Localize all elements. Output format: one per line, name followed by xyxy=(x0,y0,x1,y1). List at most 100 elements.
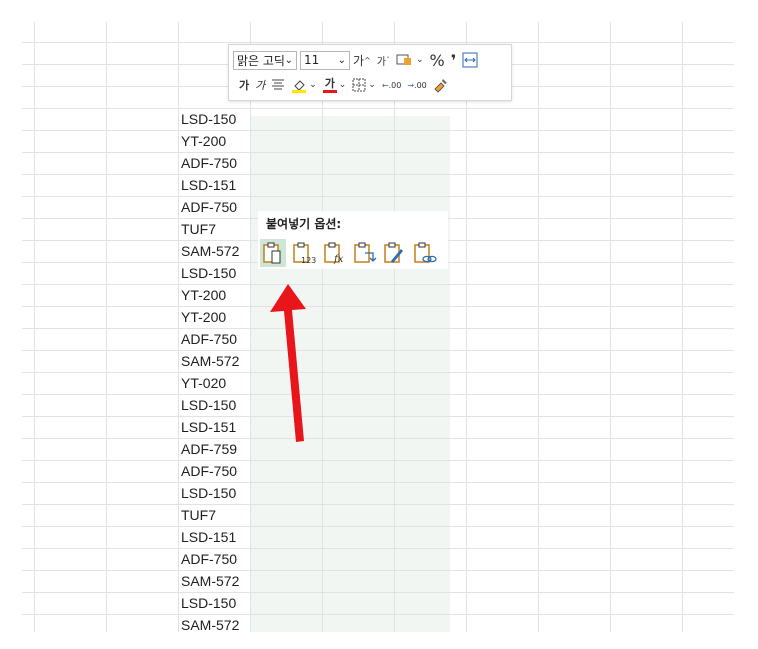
paste-options-title: 붙여넣기 옵션: xyxy=(266,217,342,231)
cell[interactable]: ADF-750 xyxy=(181,328,237,350)
paste-formulas-button[interactable]: fx xyxy=(322,239,348,267)
row-divider xyxy=(22,152,734,153)
accounting-format-button[interactable]: ⌄ xyxy=(396,50,424,70)
align-center-button[interactable] xyxy=(271,75,285,95)
cell[interactable]: TUF7 xyxy=(181,218,216,240)
column-divider xyxy=(34,22,35,632)
font-color-letter: 가 xyxy=(324,76,335,90)
paste-formatting-button[interactable] xyxy=(382,239,408,267)
cell[interactable]: SAM-572 xyxy=(181,350,239,372)
cell[interactable]: LSD-151 xyxy=(181,174,236,196)
increase-font-label: 가 xyxy=(353,53,365,68)
chevron-down-icon: ⌄ xyxy=(309,80,317,90)
font-color-swatch xyxy=(322,89,337,93)
column-divider xyxy=(178,22,179,632)
font-color-icon: 가 xyxy=(322,76,337,93)
row-divider xyxy=(22,306,734,307)
column-divider xyxy=(682,22,683,632)
chevron-down-icon: ⌄ xyxy=(337,54,346,66)
cell[interactable]: ADF-750 xyxy=(181,548,237,570)
row-divider xyxy=(22,614,734,615)
increase-decimal-label: .00 xyxy=(388,80,402,90)
row-divider xyxy=(22,130,734,131)
italic-button[interactable]: 가 xyxy=(255,75,265,95)
cell[interactable]: YT-020 xyxy=(181,372,226,394)
chevron-down-icon: ⌄ xyxy=(368,80,376,90)
clipboard-formulas-icon: fx xyxy=(324,242,344,265)
paste-values-button[interactable]: 123 xyxy=(292,239,318,267)
cell[interactable]: SAM-572 xyxy=(181,614,239,636)
chevron-down-icon: ⌄ xyxy=(284,54,293,66)
cell[interactable]: ADF-750 xyxy=(181,460,237,482)
cell[interactable]: ADF-759 xyxy=(181,438,237,460)
merge-center-button[interactable] xyxy=(462,50,478,70)
paste-button[interactable] xyxy=(260,239,286,267)
increase-decimal-button[interactable]: ← .00 xyxy=(382,75,401,95)
cell[interactable]: LSD-150 xyxy=(181,592,236,614)
increase-font-size-button[interactable]: 가 ^ xyxy=(353,50,371,70)
clipboard-link-icon xyxy=(414,242,437,263)
mini-toolbar-row-1: 맑은 고딕 ⌄ 11 ⌄ 가 ^ 가ˇ ⌄ % ❜ xyxy=(233,50,481,70)
font-name-dropdown[interactable]: 맑은 고딕 ⌄ xyxy=(233,50,297,70)
font-size-dropdown[interactable]: 11 ⌄ xyxy=(300,50,350,70)
clipboard-values-icon: 123 xyxy=(293,242,316,265)
bold-button[interactable]: 가 xyxy=(239,75,249,95)
column-divider xyxy=(466,22,467,632)
fill-bucket-icon xyxy=(292,80,307,93)
cell[interactable]: YT-200 xyxy=(181,284,226,306)
column-divider xyxy=(106,22,107,632)
row-divider xyxy=(22,460,734,461)
row-divider xyxy=(22,284,734,285)
font-color-button[interactable]: 가 ⌄ xyxy=(322,75,346,95)
row-divider xyxy=(22,108,734,109)
row-divider xyxy=(22,548,734,549)
column-divider xyxy=(250,22,251,632)
cell[interactable]: SAM-572 xyxy=(181,240,239,262)
font-size-value: 11 xyxy=(304,53,320,67)
format-painter-button[interactable] xyxy=(433,75,449,95)
column-divider xyxy=(322,22,323,632)
row-divider xyxy=(22,416,734,417)
paste-transpose-button[interactable] xyxy=(352,239,378,267)
cell[interactable]: LSD-151 xyxy=(181,416,236,438)
align-center-icon xyxy=(272,79,285,90)
decrease-font-size-button[interactable]: 가ˇ xyxy=(377,50,390,70)
font-name-value: 맑은 고딕 xyxy=(237,53,285,68)
cell[interactable]: YT-200 xyxy=(181,306,226,328)
row-divider xyxy=(22,504,734,505)
decrease-decimal-button[interactable]: → .00 xyxy=(407,75,426,95)
cell[interactable]: ADF-750 xyxy=(181,196,237,218)
clipboard-formatting-icon xyxy=(384,242,403,263)
row-divider xyxy=(22,350,734,351)
paste-link-button[interactable] xyxy=(412,239,438,267)
row-divider xyxy=(22,526,734,527)
decrease-font-label: 가 xyxy=(376,56,386,68)
cell[interactable]: LSD-150 xyxy=(181,482,236,504)
paste-options-popup: 붙여넣기 옵션: 123 fx xyxy=(258,211,448,269)
column-divider xyxy=(610,22,611,632)
cell[interactable]: YT-200 xyxy=(181,130,226,152)
cell[interactable]: LSD-150 xyxy=(181,394,236,416)
mini-toolbar-row-2: 가 가 ⌄ 가 ⌄ ⌄ ← .00 → .00 xyxy=(233,75,452,95)
cell[interactable]: LSD-151 xyxy=(181,526,236,548)
percent-style-button[interactable]: % xyxy=(430,50,445,70)
cell[interactable]: SAM-572 xyxy=(181,570,239,592)
merge-center-icon xyxy=(462,52,478,68)
cell[interactable]: LSD-150 xyxy=(181,262,236,284)
fill-color-button[interactable]: ⌄ xyxy=(291,75,317,95)
cell[interactable]: LSD-150 xyxy=(181,108,236,130)
row-divider xyxy=(22,570,734,571)
row-divider xyxy=(22,394,734,395)
decrease-decimal-label: .00 xyxy=(414,80,427,90)
cell[interactable]: ADF-750 xyxy=(181,152,237,174)
row-divider xyxy=(22,42,734,43)
comma-style-button[interactable]: ❜ xyxy=(451,50,457,70)
arrow-left-icon: ← xyxy=(381,80,389,90)
column-divider xyxy=(538,22,539,632)
row-divider xyxy=(22,174,734,175)
row-divider xyxy=(22,482,734,483)
borders-button[interactable]: ⌄ xyxy=(352,75,376,95)
row-divider xyxy=(22,196,734,197)
cell[interactable]: TUF7 xyxy=(181,504,216,526)
row-divider xyxy=(22,592,734,593)
